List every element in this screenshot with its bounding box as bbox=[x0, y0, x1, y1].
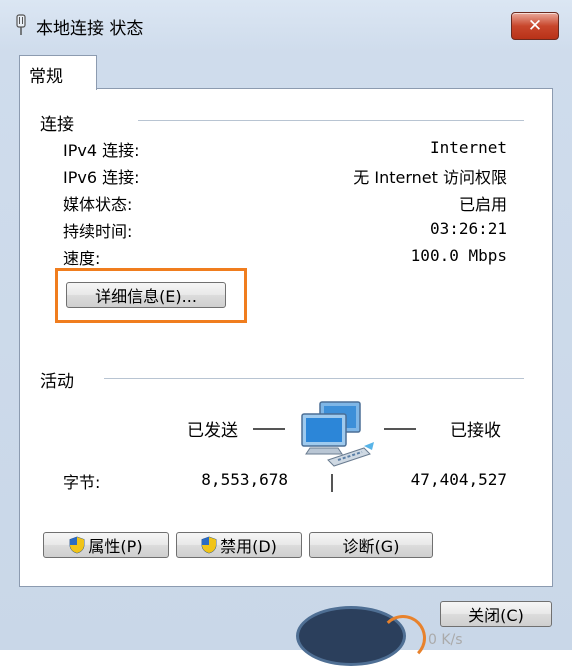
status-window: 本地连接 状态 ✕ 常规 连接 IPv4 连接: Internet IPv6 连… bbox=[0, 0, 572, 666]
disable-button-label: 禁用(D) bbox=[220, 537, 277, 556]
close-icon: ✕ bbox=[527, 15, 543, 36]
general-panel bbox=[19, 88, 553, 587]
tab-general[interactable]: 常规 bbox=[19, 55, 97, 90]
ipv4-label: IPv4 连接: bbox=[63, 141, 140, 160]
received-dash bbox=[384, 428, 416, 430]
diagnose-button-label: 诊断(G) bbox=[342, 537, 400, 556]
disable-button[interactable]: 禁用(D) bbox=[176, 532, 302, 558]
bytes-sent-value: 8,553,678 bbox=[201, 470, 288, 489]
received-label: 已接收 bbox=[450, 421, 501, 441]
uac-shield-icon bbox=[70, 536, 85, 554]
properties-button-label: 属性(P) bbox=[88, 537, 143, 556]
sent-dash bbox=[253, 428, 285, 430]
close-button-label: 关闭(C) bbox=[468, 606, 524, 625]
connection-separator bbox=[138, 120, 524, 121]
speed-widget-text: 0 K/s bbox=[428, 632, 463, 648]
uac-shield-icon bbox=[201, 536, 217, 554]
connection-section-label: 连接 bbox=[40, 115, 74, 135]
network-computers-icon bbox=[301, 401, 374, 467]
speed-label: 速度: bbox=[63, 249, 101, 268]
duration-value: 03:26:21 bbox=[429, 219, 507, 238]
network-adapter-icon bbox=[16, 14, 26, 35]
diagnose-button[interactable]: 诊断(G) bbox=[309, 532, 433, 558]
ipv6-label: IPv6 连接: bbox=[63, 168, 140, 187]
media-state-value: 已启用 bbox=[458, 195, 507, 214]
duration-label: 持续时间: bbox=[63, 222, 133, 241]
activity-divider bbox=[331, 474, 333, 492]
close-window-button[interactable]: ✕ bbox=[511, 12, 559, 40]
window-title: 本地连接 状态 bbox=[36, 19, 144, 39]
speed-gauge-ring bbox=[380, 615, 426, 661]
activity-section-label: 活动 bbox=[40, 372, 74, 392]
bytes-received-value: 47,404,527 bbox=[410, 470, 507, 489]
properties-button[interactable]: 属性(P) bbox=[43, 532, 169, 558]
speed-value: 100.0 Mbps bbox=[410, 246, 507, 265]
media-state-label: 媒体状态: bbox=[63, 195, 133, 214]
ipv4-value: Internet bbox=[429, 138, 507, 157]
ipv6-value: 无 Internet 访问权限 bbox=[353, 168, 507, 187]
activity-separator bbox=[104, 378, 524, 379]
title-bar[interactable]: 本地连接 状态 ✕ bbox=[0, 0, 572, 52]
tab-general-label: 常规 bbox=[29, 67, 63, 87]
details-button[interactable]: 详细信息(E)... bbox=[66, 282, 226, 308]
close-button[interactable]: 关闭(C) bbox=[440, 601, 552, 627]
sent-label: 已发送 bbox=[187, 421, 238, 441]
details-button-label: 详细信息(E)... bbox=[95, 287, 197, 306]
bytes-label: 字节: bbox=[63, 473, 101, 492]
